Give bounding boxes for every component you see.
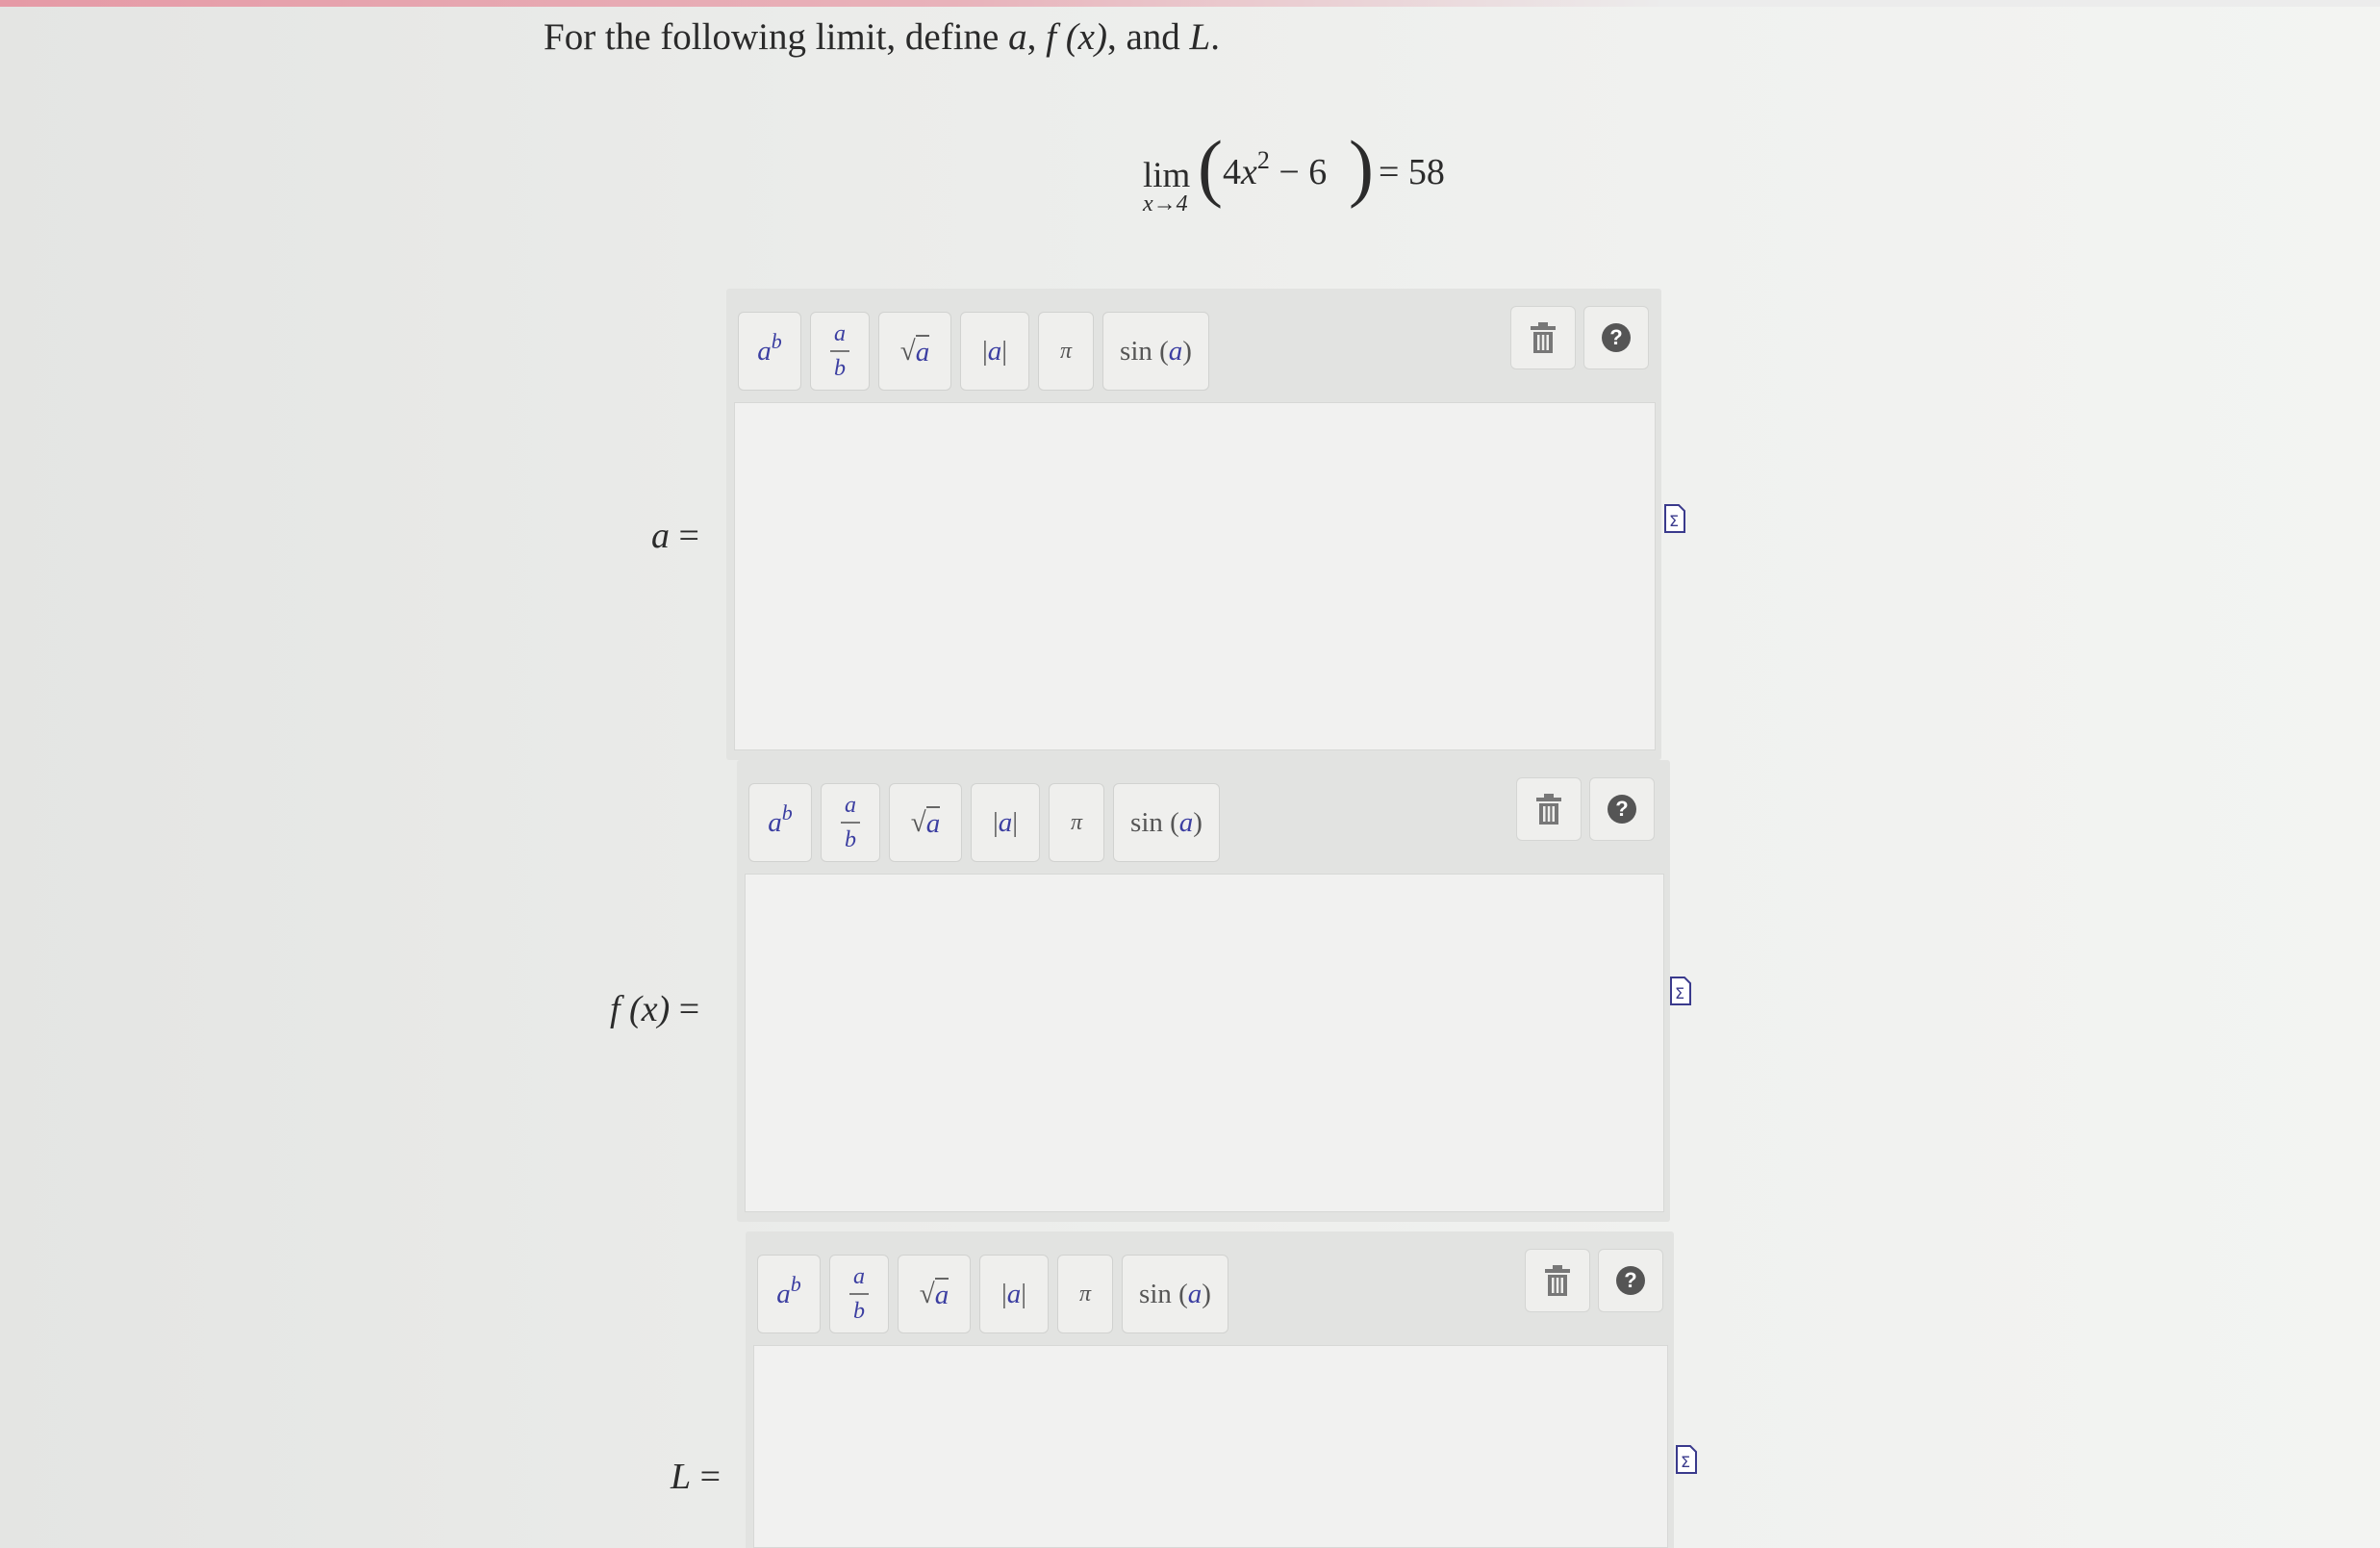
pi-button[interactable]: π	[1049, 783, 1104, 862]
editor-toolbar: ab ab √ a | a | π sin (a) ?	[746, 1231, 1674, 1345]
svg-text:Σ: Σ	[1669, 512, 1679, 530]
var-f: f (x)	[1046, 16, 1107, 58]
equation-editor-icon[interactable]: Σ	[1664, 504, 1685, 533]
abs-button[interactable]: | a |	[971, 783, 1040, 862]
equation-editor-icon[interactable]: Σ	[1676, 1445, 1697, 1474]
var-a: a	[1008, 16, 1027, 58]
left-paren: (	[1198, 125, 1223, 209]
sqrt-button[interactable]: √ a	[878, 312, 951, 391]
math-editor-fx: ab ab √ a | a | π sin (a) ?	[737, 760, 1670, 1222]
svg-text:Σ: Σ	[1675, 984, 1684, 1002]
trash-icon	[1536, 794, 1561, 825]
trash-icon	[1531, 322, 1556, 353]
pi-button[interactable]: π	[1038, 312, 1094, 391]
power-button[interactable]: ab	[757, 1255, 821, 1333]
lim-word: lim	[1143, 156, 1191, 195]
lim-body: 4x2 − 6	[1223, 146, 1328, 192]
math-editor-a: ab ab √ a | a | π sin (a) ?	[726, 289, 1661, 760]
abs-button[interactable]: | a |	[979, 1255, 1049, 1333]
answer-input-a[interactable]	[734, 402, 1656, 750]
help-button[interactable]: ?	[1589, 777, 1655, 841]
sin-button[interactable]: sin (a)	[1122, 1255, 1228, 1333]
equation-editor-icon[interactable]: Σ	[1670, 977, 1691, 1005]
lim-result: = 58	[1379, 152, 1445, 192]
question-text: For the following limit, define a, f (x)…	[544, 16, 1220, 58]
power-button[interactable]: ab	[748, 783, 812, 862]
fraction-button[interactable]: ab	[821, 783, 880, 862]
abs-button[interactable]: | a |	[960, 312, 1029, 391]
editor-toolbar: ab ab √ a | a | π sin (a) ?	[726, 289, 1661, 402]
editor-toolbar: ab ab √ a | a | π sin (a) ?	[737, 760, 1670, 874]
sin-button[interactable]: sin (a)	[1102, 312, 1209, 391]
limit-expression: lim x→4 ( 4x2 − 6 ) = 58	[1143, 130, 1470, 226]
answer-input-fx[interactable]	[745, 874, 1664, 1212]
math-editor-L: ab ab √ a | a | π sin (a) ?	[746, 1231, 1674, 1548]
right-paren: )	[1349, 125, 1374, 209]
svg-text:Σ: Σ	[1681, 1453, 1690, 1471]
var-L: L	[1189, 16, 1211, 58]
sin-button[interactable]: sin (a)	[1113, 783, 1220, 862]
help-button[interactable]: ?	[1598, 1249, 1663, 1312]
label-a: a =	[651, 516, 699, 556]
clear-button[interactable]	[1510, 306, 1576, 369]
lim-subscript: x→4	[1143, 191, 1188, 216]
pi-button[interactable]: π	[1057, 1255, 1113, 1333]
help-icon: ?	[1602, 323, 1631, 352]
help-icon: ?	[1616, 1266, 1645, 1295]
top-accent-bar	[0, 0, 2380, 7]
label-L: L =	[671, 1457, 722, 1497]
label-fx: f (x) =	[610, 989, 700, 1029]
help-button[interactable]: ?	[1583, 306, 1649, 369]
clear-button[interactable]	[1516, 777, 1582, 841]
help-icon: ?	[1608, 795, 1636, 824]
trash-icon	[1545, 1265, 1570, 1296]
power-button[interactable]: ab	[738, 312, 801, 391]
sqrt-button[interactable]: √ a	[898, 1255, 971, 1333]
sqrt-button[interactable]: √ a	[889, 783, 962, 862]
fraction-button[interactable]: ab	[829, 1255, 889, 1333]
fraction-button[interactable]: ab	[810, 312, 870, 391]
answer-input-L[interactable]	[753, 1345, 1668, 1548]
clear-button[interactable]	[1525, 1249, 1590, 1312]
